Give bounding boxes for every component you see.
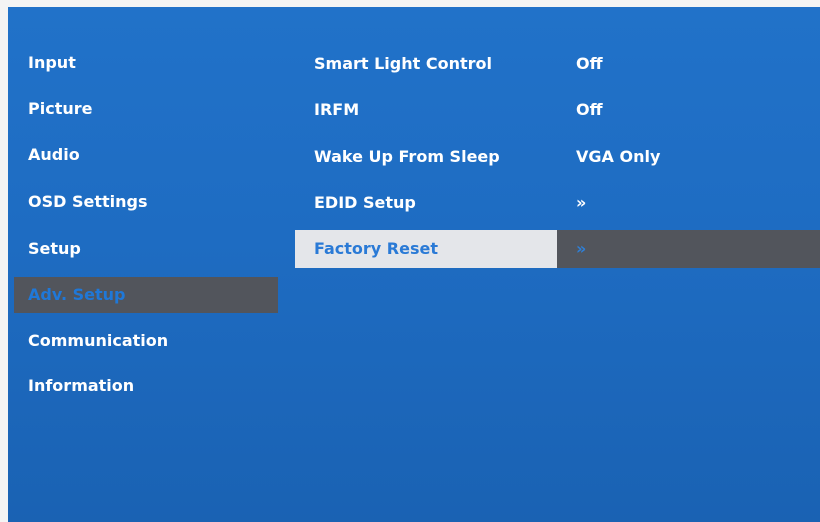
menu-item-input[interactable]: Input <box>14 45 278 81</box>
osd-menu-screen: Input Picture Audio OSD Settings Setup A… <box>8 7 820 522</box>
setting-label: Smart Light Control <box>314 54 492 73</box>
submenu-arrow-icon[interactable]: » <box>557 184 820 222</box>
setting-value[interactable]: Off <box>557 91 820 129</box>
menu-item-setup[interactable]: Setup <box>14 231 278 267</box>
setting-label: IRFM <box>314 100 360 119</box>
submenu-arrow-icon[interactable]: » <box>557 230 820 268</box>
settings-panel: Smart Light Control Off IRFM Off Wake Up… <box>295 7 820 522</box>
setting-label: EDID Setup <box>314 193 416 212</box>
setting-row-factory-reset[interactable]: Factory Reset » <box>295 230 820 268</box>
menu-item-audio[interactable]: Audio <box>14 137 278 173</box>
menu-item-information[interactable]: Information <box>14 368 278 404</box>
setting-row-irfm[interactable]: IRFM Off <box>295 91 820 129</box>
setting-label: Wake Up From Sleep <box>314 147 500 166</box>
main-menu: Input Picture Audio OSD Settings Setup A… <box>8 7 278 522</box>
menu-item-adv-setup[interactable]: Adv. Setup <box>14 277 278 313</box>
menu-item-picture[interactable]: Picture <box>14 91 278 127</box>
menu-item-communication[interactable]: Communication <box>14 323 278 359</box>
setting-label: Factory Reset <box>295 230 557 268</box>
setting-value[interactable]: VGA Only <box>557 138 820 176</box>
menu-item-osd-settings[interactable]: OSD Settings <box>14 184 278 220</box>
setting-value[interactable]: Off <box>557 45 820 83</box>
setting-row-smart-light-control[interactable]: Smart Light Control Off <box>295 45 820 83</box>
setting-row-wake-up-from-sleep[interactable]: Wake Up From Sleep VGA Only <box>295 138 820 176</box>
setting-row-edid-setup[interactable]: EDID Setup » <box>295 184 820 222</box>
